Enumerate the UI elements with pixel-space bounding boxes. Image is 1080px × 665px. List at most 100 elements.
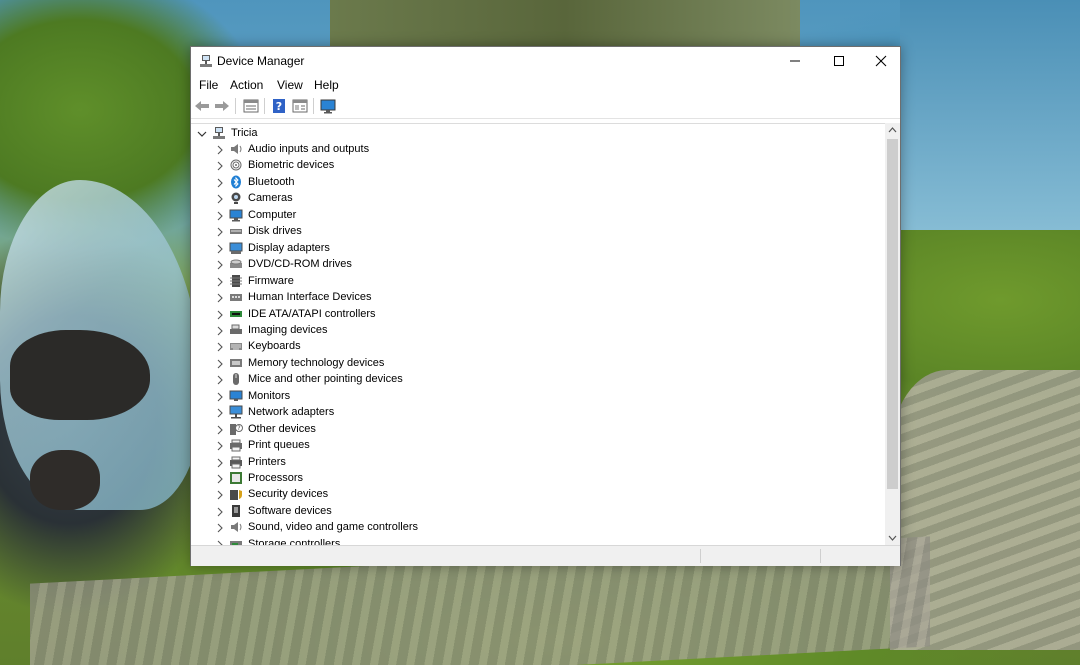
chevron-right-icon[interactable] — [215, 226, 225, 238]
back-button[interactable] — [193, 97, 211, 115]
toolbar-separator — [264, 98, 265, 114]
minimize-button[interactable] — [773, 47, 817, 75]
tree-item[interactable]: Computer — [215, 208, 635, 224]
chevron-right-icon[interactable] — [215, 341, 225, 353]
toolbar: ? — [191, 95, 900, 119]
tree-item[interactable]: Keyboards — [215, 339, 635, 355]
chevron-right-icon[interactable] — [215, 292, 225, 304]
tree-item[interactable]: Firmware — [215, 274, 635, 290]
close-button[interactable] — [859, 47, 903, 75]
title-bar[interactable]: Device Manager — [191, 47, 900, 75]
speaker-icon — [231, 144, 242, 154]
menu-bar: File Action View Help — [191, 75, 900, 95]
tree-item-label: Firmware — [248, 274, 294, 287]
chevron-right-icon[interactable] — [215, 391, 225, 403]
chevron-down-icon[interactable] — [197, 128, 207, 140]
fingerprint-icon — [230, 159, 242, 171]
menu-file[interactable]: File — [197, 78, 220, 92]
device-manager-window: Device Manager File Action View Help ? T… — [190, 46, 901, 566]
security-icon — [230, 490, 242, 501]
wallpaper-rock — [10, 330, 150, 420]
tree-item[interactable]: Processors — [215, 471, 635, 487]
chevron-right-icon[interactable] — [215, 374, 225, 386]
chevron-right-icon[interactable] — [215, 407, 225, 419]
chevron-right-icon[interactable] — [215, 424, 225, 436]
tree-item[interactable]: Software devices — [215, 504, 635, 520]
firmware-icon — [230, 274, 242, 287]
menu-view[interactable]: View — [275, 78, 305, 92]
tree-item[interactable]: Sound, video and game controllers — [215, 520, 635, 536]
camera-icon — [231, 192, 241, 205]
tree-item[interactable]: Audio inputs and outputs — [215, 142, 635, 158]
scroll-down-button[interactable] — [885, 531, 900, 545]
chevron-right-icon[interactable] — [215, 440, 225, 452]
help-button[interactable]: ? — [270, 97, 288, 115]
maximize-button[interactable] — [817, 47, 861, 75]
view-icon — [292, 99, 308, 113]
display-adapter-icon — [229, 242, 243, 254]
tree-item-label: Computer — [248, 208, 297, 221]
device-tree[interactable]: Tricia Audio inputs and outputs Biometric… — [191, 123, 900, 546]
show-hide-button[interactable] — [291, 97, 309, 115]
chevron-right-icon[interactable] — [215, 325, 225, 337]
chevron-right-icon[interactable] — [215, 506, 225, 518]
tree-item[interactable]: Bluetooth — [215, 175, 635, 191]
tree-item-label: Printers — [248, 455, 286, 468]
chevron-up-icon — [888, 127, 897, 133]
scroll-up-button[interactable] — [885, 123, 900, 137]
tree-item[interactable]: Monitors — [215, 389, 635, 405]
window-title: Device Manager — [217, 54, 305, 68]
tree-item[interactable]: Disk drives — [215, 224, 635, 240]
tree-item-label: Sound, video and game controllers — [248, 521, 418, 534]
chevron-right-icon[interactable] — [215, 259, 225, 271]
chevron-right-icon[interactable] — [215, 309, 225, 321]
svg-text:?: ? — [237, 425, 240, 432]
tree-item[interactable]: Print queues — [215, 438, 635, 454]
tree-item[interactable]: ? Other devices — [215, 422, 635, 438]
scrollbar-thumb[interactable] — [887, 139, 898, 489]
tree-root-label: Tricia — [231, 127, 258, 139]
tree-item[interactable]: Cameras — [215, 191, 635, 207]
chevron-right-icon[interactable] — [215, 457, 225, 469]
chevron-right-icon[interactable] — [215, 160, 225, 172]
tree-item[interactable]: Network adapters — [215, 405, 635, 421]
tree-item[interactable]: IDE ATA/ATAPI controllers — [215, 307, 635, 323]
tree-item[interactable]: Security devices — [215, 487, 635, 503]
monitor-icon — [229, 390, 243, 401]
forward-button[interactable] — [213, 97, 231, 115]
chevron-right-icon[interactable] — [215, 473, 225, 485]
tree-item[interactable]: DVD/CD-ROM drives — [215, 257, 635, 273]
menu-help[interactable]: Help — [312, 78, 341, 92]
svg-text:?: ? — [276, 100, 282, 113]
tree-item-label: IDE ATA/ATAPI controllers — [248, 307, 376, 320]
tree-item[interactable]: Human Interface Devices — [215, 290, 635, 306]
chevron-right-icon[interactable] — [215, 193, 225, 205]
tree-item[interactable]: Biometric devices — [215, 158, 635, 174]
chevron-right-icon[interactable] — [215, 177, 225, 189]
tree-item-label: Security devices — [248, 488, 329, 501]
tree-item[interactable]: Memory technology devices — [215, 356, 635, 372]
tree-root[interactable]: Tricia — [197, 126, 497, 142]
properties-button[interactable] — [242, 97, 260, 115]
scanner-icon — [230, 324, 242, 334]
chevron-right-icon[interactable] — [215, 358, 225, 370]
tree-item[interactable]: Imaging devices — [215, 323, 635, 339]
tree-item[interactable]: Printers — [215, 455, 635, 471]
tree-item-label: Software devices — [248, 504, 332, 517]
chevron-right-icon[interactable] — [215, 210, 225, 222]
computer-icon — [229, 209, 243, 222]
dvd-icon — [230, 259, 242, 269]
vertical-scrollbar[interactable] — [885, 123, 900, 545]
chevron-right-icon[interactable] — [215, 144, 225, 156]
chevron-right-icon[interactable] — [215, 276, 225, 288]
tree-item[interactable]: Display adapters — [215, 241, 635, 257]
chevron-right-icon[interactable] — [215, 489, 225, 501]
scan-hardware-button[interactable] — [319, 97, 337, 115]
tree-item[interactable]: Mice and other pointing devices — [215, 372, 635, 388]
chevron-right-icon[interactable] — [215, 522, 225, 534]
chevron-right-icon[interactable] — [215, 243, 225, 255]
wallpaper-ocean — [900, 0, 1080, 230]
printer-icon — [230, 456, 242, 469]
menu-action[interactable]: Action — [228, 78, 265, 92]
tree-item-label: Cameras — [248, 192, 293, 205]
